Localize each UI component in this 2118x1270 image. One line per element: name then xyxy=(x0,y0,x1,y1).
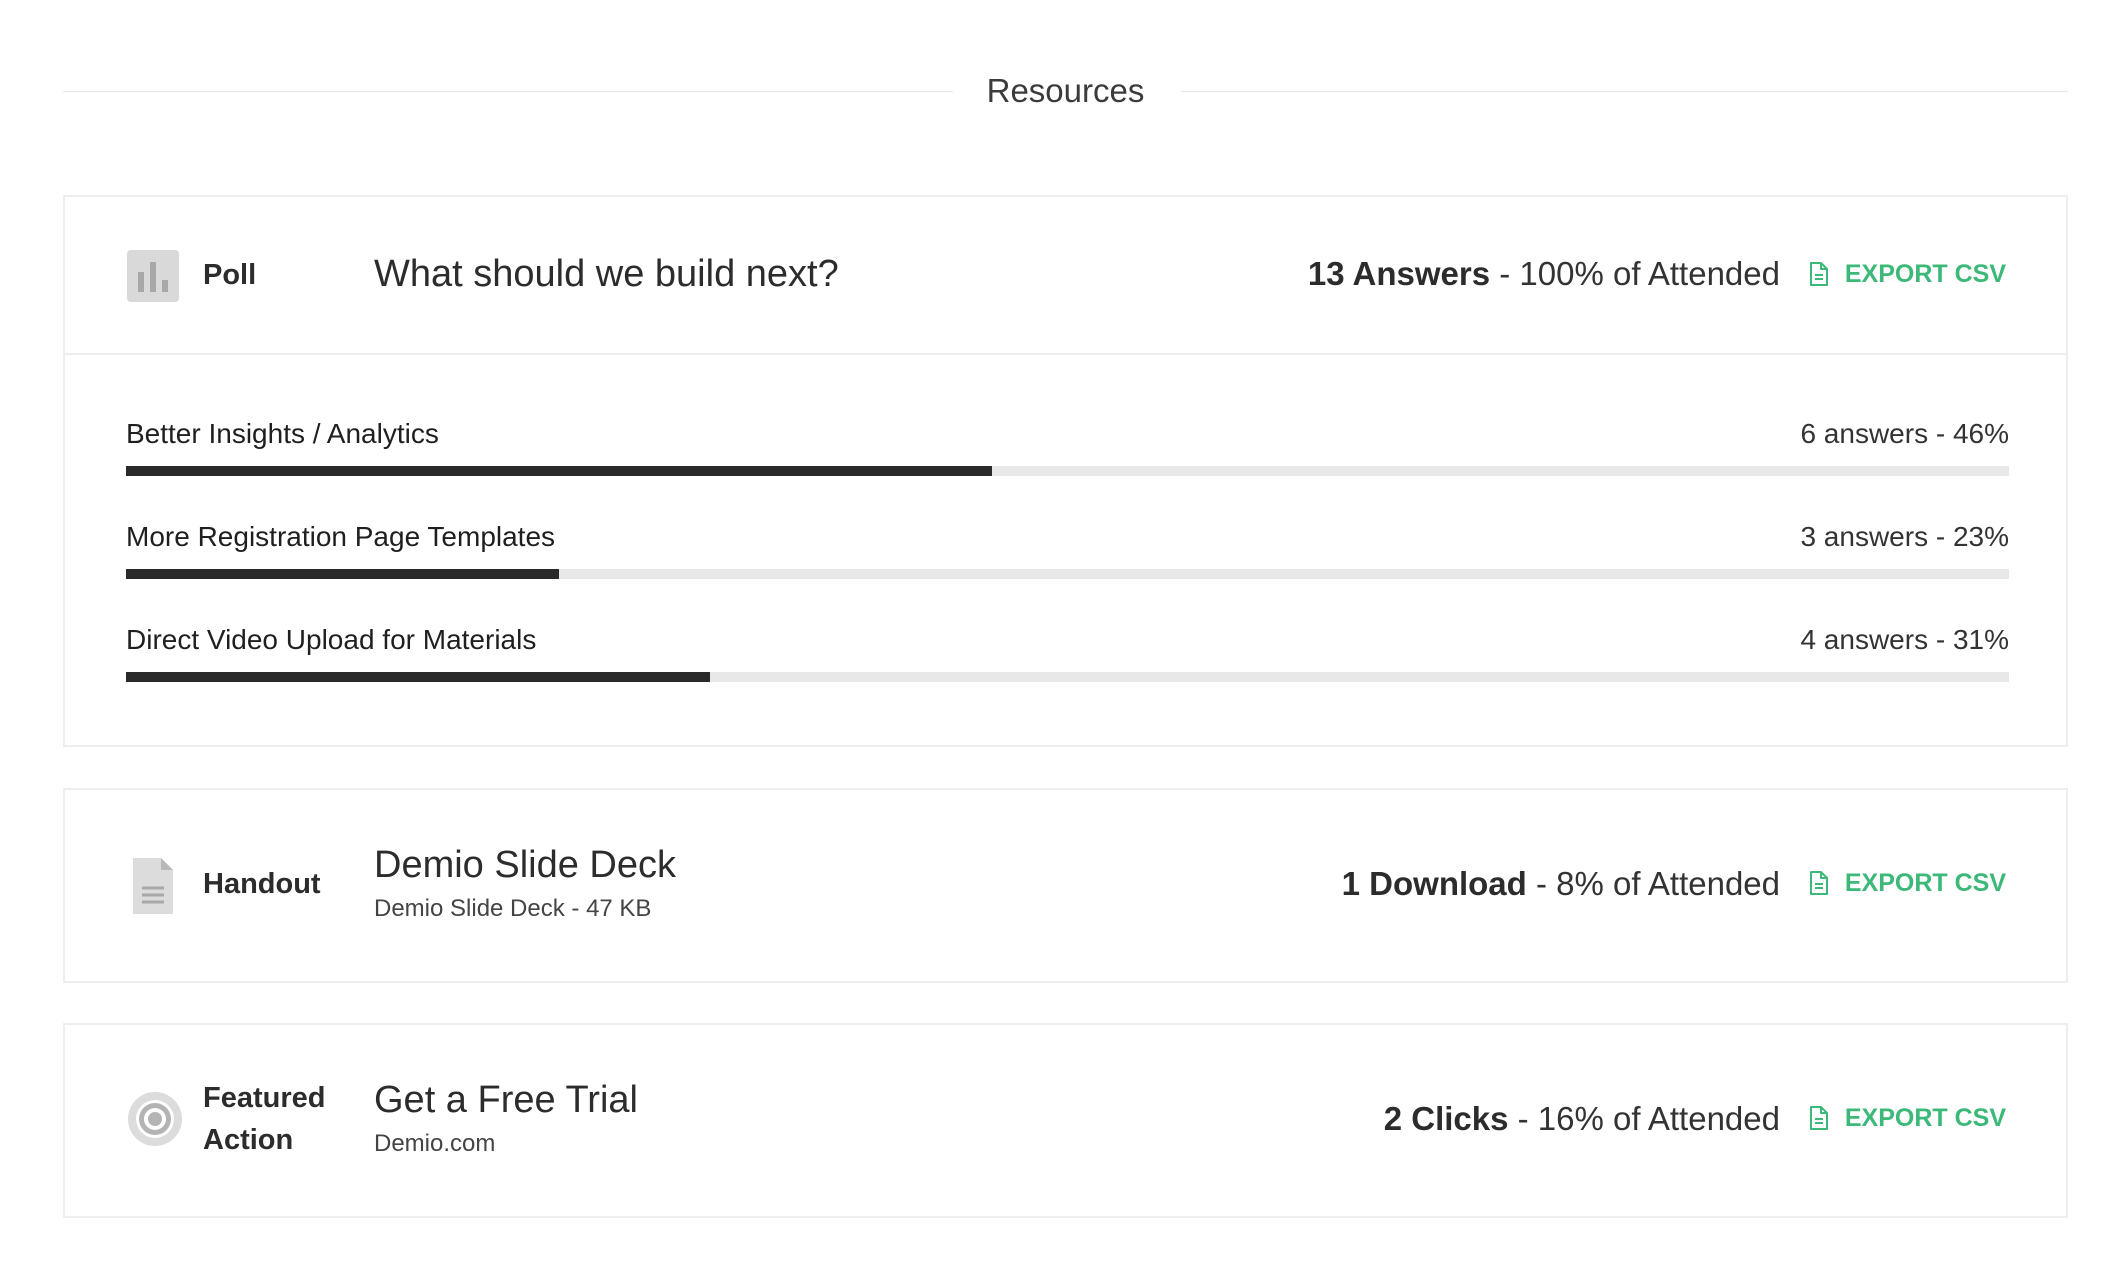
poll-export-label: EXPORT CSV xyxy=(1844,260,2006,288)
option-count: 4 answers - 31% xyxy=(1800,624,2009,655)
file-icon xyxy=(1809,871,1829,895)
option-bar-fill xyxy=(126,569,560,579)
option-bar-fill xyxy=(126,672,710,682)
header-rule-right xyxy=(1181,91,2068,92)
poll-title: What should we build next? xyxy=(374,253,839,295)
poll-export-csv-button[interactable]: EXPORT CSV xyxy=(1809,257,2006,291)
option-bar-fill xyxy=(126,466,993,476)
section-header: Resources xyxy=(63,70,2068,112)
handout-stat-number: 1 Download xyxy=(1341,865,1527,902)
poll-stat-rest: - 100% of Attended xyxy=(1490,255,1780,292)
file-icon xyxy=(1809,1106,1829,1130)
featured-stat-rest: - 16% of Attended xyxy=(1508,1100,1780,1137)
file-icon xyxy=(1809,262,1829,286)
document-icon xyxy=(127,856,179,914)
featured-action-card: Featured Action Get a Free Trial Demio.c… xyxy=(63,1023,2068,1218)
poll-option: Direct Video Upload for Materials 4 answ… xyxy=(126,621,2009,724)
handout-export-csv-button[interactable]: EXPORT CSV xyxy=(1809,866,2006,900)
featured-card-header: Featured Action Get a Free Trial Demio.c… xyxy=(65,1025,2066,1220)
featured-title: Get a Free Trial xyxy=(374,1079,638,1121)
option-label: Better Insights / Analytics xyxy=(126,418,439,449)
poll-type-label: Poll xyxy=(203,259,257,291)
handout-export-label: EXPORT CSV xyxy=(1844,869,2006,897)
poll-card: Poll What should we build next? 13 Answe… xyxy=(63,195,2068,747)
handout-card: Handout Demio Slide Deck Demio Slide Dec… xyxy=(63,788,2068,983)
handout-subtitle: Demio Slide Deck - 47 KB xyxy=(374,895,652,922)
target-icon xyxy=(127,1091,182,1146)
resources-page: Resources Poll What should we build next… xyxy=(0,0,2118,1270)
handout-title: Demio Slide Deck xyxy=(374,844,676,886)
featured-export-label: EXPORT CSV xyxy=(1844,1104,2006,1132)
poll-option: More Registration Page Templates 3 answe… xyxy=(126,518,2009,621)
option-count: 6 answers - 46% xyxy=(1800,418,2009,449)
poll-stat: 13 Answers - 100% of Attended xyxy=(1308,253,1780,295)
poll-option: Better Insights / Analytics 6 answers - … xyxy=(126,415,2009,518)
bar-chart-icon xyxy=(127,250,179,302)
option-label: More Registration Page Templates xyxy=(126,521,556,552)
poll-options: Better Insights / Analytics 6 answers - … xyxy=(126,415,2009,724)
featured-type-label: Featured Action xyxy=(203,1082,326,1156)
option-bar-track xyxy=(126,466,2009,476)
option-label: Direct Video Upload for Materials xyxy=(126,624,537,655)
poll-card-header: Poll What should we build next? 13 Answe… xyxy=(65,197,2066,355)
handout-card-header: Handout Demio Slide Deck Demio Slide Dec… xyxy=(65,790,2066,985)
option-count: 3 answers - 23% xyxy=(1800,521,2009,552)
featured-stat: 2 Clicks - 16% of Attended xyxy=(1384,1098,1780,1140)
handout-stat-rest: - 8% of Attended xyxy=(1526,865,1780,902)
featured-subtitle: Demio.com xyxy=(374,1130,496,1157)
handout-type-label: Handout xyxy=(203,868,321,900)
featured-export-csv-button[interactable]: EXPORT CSV xyxy=(1809,1101,2006,1135)
handout-stat: 1 Download - 8% of Attended xyxy=(1342,863,1780,905)
featured-stat-number: 2 Clicks xyxy=(1383,1100,1509,1137)
poll-stat-number: 13 Answers xyxy=(1307,255,1491,292)
option-bar-track xyxy=(126,672,2009,682)
option-bar-track xyxy=(126,569,2009,579)
